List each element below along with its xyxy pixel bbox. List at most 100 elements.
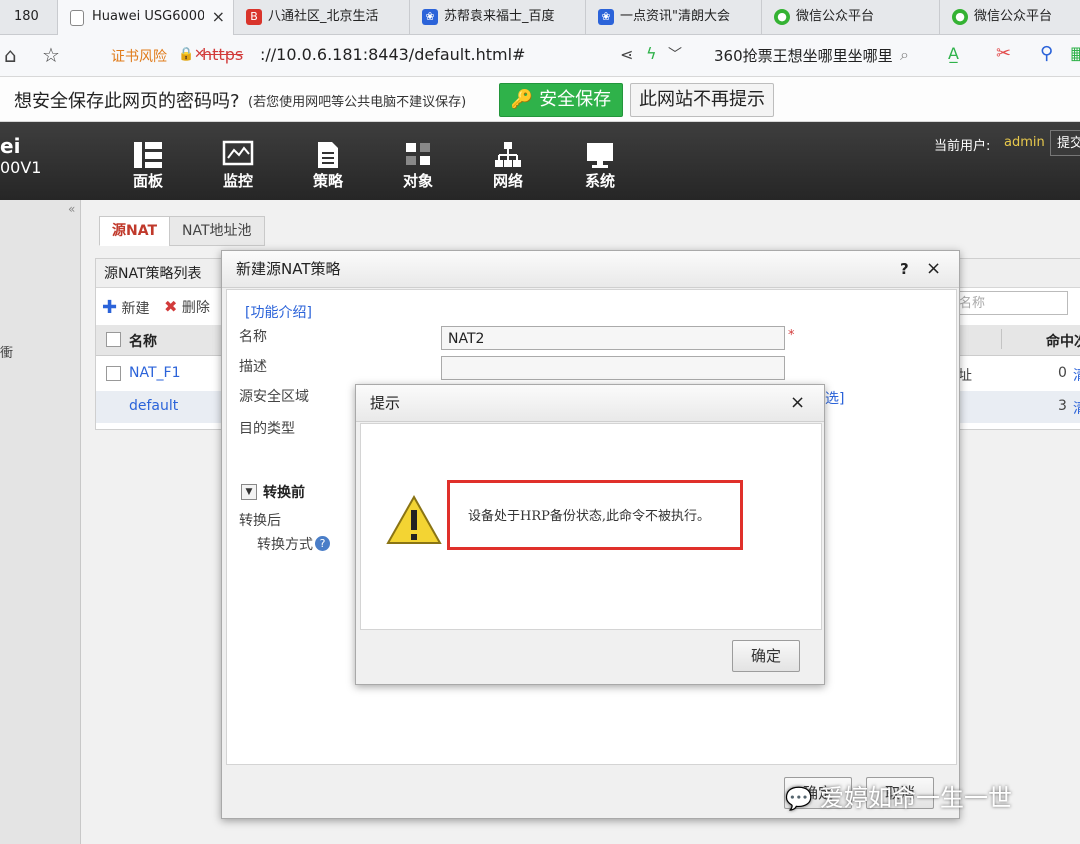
browser-tab-strip: 180 Huawei USG6000V1 × B 八通社区_北京生活 ❀ 苏帮袁…	[0, 0, 1080, 35]
new-label: 新建	[121, 301, 150, 317]
menu-dashboard[interactable]: 面板	[118, 140, 178, 191]
menu-label: 面板	[132, 172, 163, 190]
left-nav-pane: « 衝	[0, 200, 81, 844]
password-prompt-note: (若您使用网吧等公共电脑不建议保存)	[248, 95, 467, 110]
alert-message: 设备处于HRP备份状态,此命令不被执行。	[468, 509, 711, 524]
row-address-partial: 址	[958, 368, 972, 384]
wechat-icon: ●	[952, 9, 968, 25]
menu-label: 策略	[312, 172, 343, 190]
close-icon[interactable]: ×	[790, 385, 805, 421]
search-icon[interactable]: ⌕	[900, 45, 909, 65]
scissors-icon[interactable]: ✂	[996, 43, 1011, 64]
menu-monitor[interactable]: 监控	[208, 140, 268, 191]
password-save-bar: 想安全保存此网页的密码吗? (若您使用网吧等公共电脑不建议保存) 🔑 安全保存 …	[0, 77, 1080, 122]
key-icon: 🔑	[510, 89, 534, 110]
browser-tab-2[interactable]: B 八通社区_北京生活	[234, 0, 410, 34]
current-user-name[interactable]: admin	[1004, 135, 1045, 150]
row-clear-link[interactable]: 清	[1073, 365, 1080, 385]
close-icon[interactable]: ×	[926, 251, 941, 287]
alert-ok-button[interactable]: 确定	[732, 640, 800, 672]
url-protocol[interactable]: https	[202, 45, 243, 64]
collapse-icon[interactable]: «	[68, 202, 75, 216]
tab-source-nat[interactable]: 源NAT	[99, 216, 171, 246]
before-translation-label: 转换前	[263, 485, 305, 501]
description-label: 描述	[239, 359, 267, 375]
watermark-text: 爱婷如命一生一世	[820, 784, 1013, 812]
help-circle-icon[interactable]: ?	[315, 536, 330, 551]
alert-dialog: 提示 × 设备处于HRP备份状态,此命令不被执行。 确定	[355, 384, 825, 685]
name-field[interactable]: NAT2	[441, 326, 785, 350]
app-header: ei 00V1 面板 监控 策略 对象 网络 系统 当前用户: admin 提交	[0, 122, 1080, 200]
select-all-checkbox[interactable]	[106, 332, 121, 347]
tab-label: 180	[14, 9, 39, 24]
b-logo-icon: B	[246, 9, 262, 25]
help-icon[interactable]: ?	[900, 251, 909, 287]
wechat-icon: ●	[774, 9, 790, 25]
row-name[interactable]: NAT_F1	[129, 365, 180, 381]
menu-label: 对象	[402, 172, 433, 190]
plus-icon: ✚	[102, 297, 118, 318]
row-clear-link[interactable]: 清	[1073, 398, 1080, 418]
menu-object[interactable]: 对象	[388, 140, 448, 191]
menu-system[interactable]: 系统	[570, 140, 630, 191]
col-header-name[interactable]: 名称	[129, 331, 157, 351]
browser-tab-4[interactable]: ❀ 一点资讯"清朗大会	[586, 0, 762, 34]
browser-tab-3[interactable]: ❀ 苏帮袁来福士_百度	[410, 0, 586, 34]
delete-policy-button[interactable]: ✖ 删除	[164, 297, 210, 317]
chevron-down-icon[interactable]: ﹀	[668, 44, 682, 64]
row-checkbox[interactable]	[106, 366, 121, 381]
extension-icon[interactable]: ▦	[1070, 43, 1080, 64]
dashboard-icon	[134, 142, 162, 168]
commit-button[interactable]: 提交	[1050, 130, 1080, 156]
tab-label: 苏帮袁来福士_百度	[444, 9, 555, 24]
tab-close-icon[interactable]: ×	[212, 0, 225, 34]
object-icon	[406, 143, 430, 165]
never-prompt-button[interactable]: 此网站不再提示	[630, 83, 774, 117]
alert-title: 提示	[370, 394, 401, 412]
browser-tab-huawei[interactable]: Huawei USG6000V1 ×	[58, 0, 234, 35]
tab-label: 微信公众平台	[796, 9, 875, 24]
system-icon	[587, 143, 613, 168]
browser-tab-5[interactable]: ● 微信公众平台	[762, 0, 940, 34]
translation-method-label: 转换方式	[257, 537, 313, 553]
page-icon	[70, 10, 84, 26]
row-hits: 0	[1058, 365, 1067, 381]
bookmark-star-icon[interactable]: ☆	[42, 43, 60, 67]
after-translation-label: 转换后	[239, 513, 281, 529]
browser-tab-6[interactable]: ● 微信公众平台	[940, 0, 1080, 34]
alert-message-box: 设备处于HRP备份状态,此命令不被执行。	[447, 480, 743, 550]
col-header-hits[interactable]: 命中次	[1046, 331, 1080, 351]
brand-logo-text: ei	[0, 134, 21, 158]
url-text[interactable]: ://10.0.6.181:8443/default.html#	[260, 45, 525, 64]
password-prompt-message: 想安全保存此网页的密码吗?	[14, 91, 240, 112]
name-search-input[interactable]: 名称	[954, 291, 1068, 315]
nav-partial-label[interactable]: 衝	[0, 342, 13, 361]
brand-model-text: 00V1	[0, 158, 42, 177]
save-password-label: 安全保存	[539, 89, 612, 110]
search-input[interactable]: 360抢票王想坐哪里坐哪里	[714, 45, 893, 66]
baidu-paw-icon: ❀	[598, 9, 614, 25]
tab-label: Huawei USG6000V1	[92, 9, 204, 24]
translate-icon[interactable]: A̲	[948, 44, 959, 63]
warning-icon	[386, 494, 442, 544]
share-icon[interactable]: ⋖	[620, 45, 633, 64]
browser-tab-0[interactable]: 180	[0, 0, 58, 34]
required-marker: *	[788, 328, 795, 343]
menu-policy[interactable]: 策略	[298, 140, 358, 191]
multi-select-link[interactable]: 选]	[825, 388, 844, 408]
menu-network[interactable]: 网络	[478, 140, 538, 191]
tab-nat-pool[interactable]: NAT地址池	[169, 216, 265, 246]
collapse-toggle-icon[interactable]: ▼	[241, 484, 257, 500]
lightning-icon[interactable]: ϟ	[646, 44, 657, 63]
cert-warning-label[interactable]: 证书风险	[111, 46, 167, 66]
delete-label: 删除	[181, 300, 210, 316]
new-policy-button[interactable]: ✚ 新建	[102, 297, 150, 318]
intro-link[interactable]: [功能介绍]	[245, 302, 312, 322]
network-icon	[495, 142, 521, 167]
magnifier-icon[interactable]: ⚲	[1040, 43, 1053, 64]
home-icon[interactable]: ⌂	[4, 43, 17, 67]
save-password-button[interactable]: 🔑 安全保存	[499, 83, 623, 117]
description-field[interactable]	[441, 356, 785, 380]
row-name[interactable]: default	[129, 398, 178, 414]
policy-icon	[318, 142, 338, 168]
